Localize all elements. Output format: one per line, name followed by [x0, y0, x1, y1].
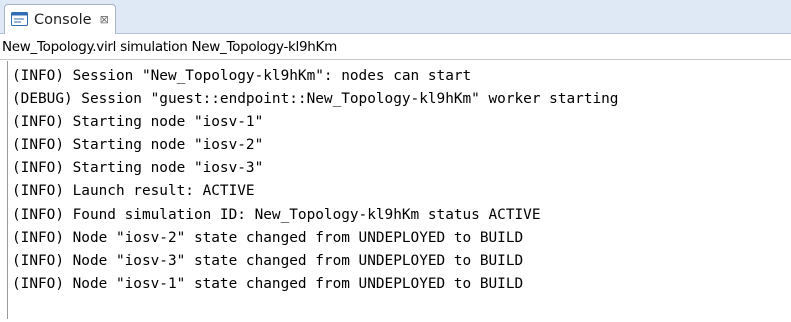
view-tab-bar: Console ⊠: [0, 0, 791, 34]
console-view: Console ⊠ New_Topology.virl simulation N…: [0, 0, 791, 322]
console-output[interactable]: (INFO) Session "New_Topology-kl9hKm": no…: [7, 61, 789, 319]
console-description: New_Topology.virl simulation New_Topolog…: [0, 34, 791, 60]
console-line: (INFO) Node "iosv-1" state changed from …: [12, 275, 524, 292]
console-line: (INFO) Session "New_Topology-kl9hKm": no…: [12, 68, 472, 84]
console-line: (INFO) Node "iosv-2" state changed from …: [12, 229, 524, 246]
console-line: (INFO) Starting node "iosv-1": [12, 114, 264, 131]
console-line: (INFO) Starting node "iosv-3": [12, 160, 264, 177]
console-line: (DEBUG) Session "guest::endpoint::New_To…: [12, 91, 619, 108]
console-line: (INFO) Node "iosv-3" state changed from …: [12, 252, 524, 269]
tab-console-label: Console: [34, 11, 92, 28]
console-line: (INFO) Launch result: ACTIVE: [12, 183, 255, 200]
tab-console[interactable]: Console ⊠: [4, 4, 116, 34]
console-line: (INFO) Starting node "iosv-2": [12, 137, 264, 154]
console-icon: [11, 12, 28, 27]
close-icon[interactable]: ⊠: [100, 14, 109, 25]
console-line: (INFO) Found simulation ID: New_Topology…: [12, 206, 541, 223]
